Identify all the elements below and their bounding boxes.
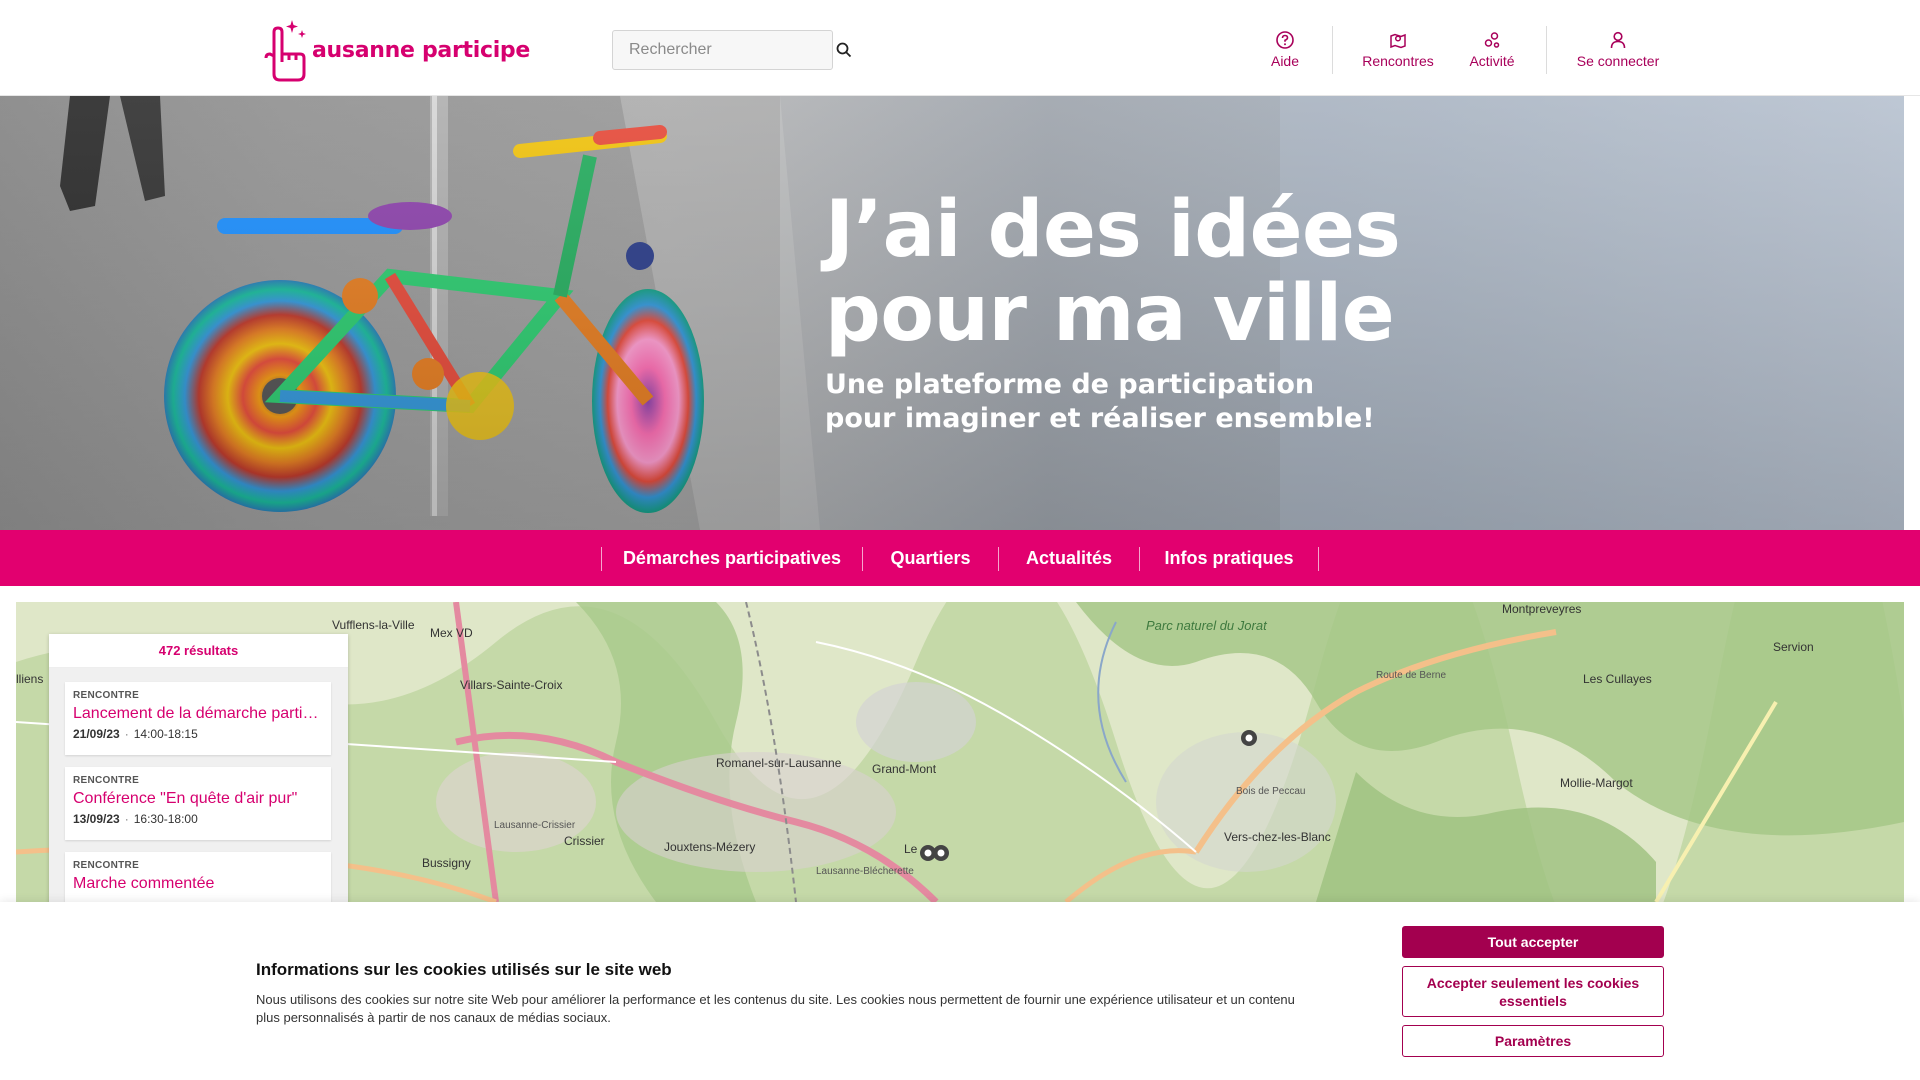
cookie-banner: Informations sur les cookies utilisés su… — [0, 902, 1920, 1080]
nav-divider — [1332, 26, 1333, 74]
result-type: RENCONTRE — [73, 690, 140, 701]
nav-activite[interactable]: Activité — [1462, 30, 1522, 80]
nav-aide[interactable]: Aide — [1260, 30, 1310, 80]
map-label: Villars-Sainte-Croix — [460, 678, 563, 692]
cookie-title: Informations sur les cookies utilisés su… — [256, 960, 672, 979]
nav-aide-label: Aide — [1270, 53, 1300, 69]
main-navigation: Démarches participatives Quartiers Actua… — [0, 530, 1920, 586]
map-label: Mex VD — [430, 626, 473, 640]
result-meta: 13/09/23 · 16:30-18:00 — [73, 812, 323, 826]
map-label: Romanel-sur-Lausanne — [716, 756, 842, 770]
site-logo[interactable]: ausanne participe — [262, 18, 530, 82]
activity-icon — [1484, 32, 1500, 48]
hero-subtitle: Une plateforme de participation pour ima… — [825, 368, 1375, 436]
main-nav-actualites[interactable]: Actualités — [999, 530, 1139, 586]
cookie-settings-button[interactable]: Paramètres — [1402, 1025, 1664, 1057]
nav-divider — [1546, 26, 1547, 74]
results-list: RENCONTRE Lancement de la démarche parti… — [49, 668, 348, 925]
map-label: Route de Berne — [1376, 670, 1447, 681]
result-meta: 21/09/23 · 14:00-18:15 — [73, 727, 323, 741]
results-count: 472 résultats — [49, 634, 348, 668]
accept-all-button[interactable]: Tout accepter — [1402, 926, 1664, 958]
map-label: Le — [904, 842, 918, 856]
help-icon — [1276, 31, 1294, 49]
hero-title: J’ai des idées pour ma ville — [825, 185, 1401, 359]
map-label: Vufflens-la-Ville — [332, 618, 415, 632]
result-date: 21/09/23 — [73, 727, 120, 741]
map-label: Crissier — [564, 834, 605, 848]
result-card[interactable]: RENCONTRE Conférence "En quête d'air pur… — [65, 767, 331, 840]
result-date: 13/09/23 — [73, 812, 120, 826]
result-title[interactable]: Marche commentée — [73, 875, 323, 893]
site-header: ausanne participe Aide Rencontres — [0, 0, 1920, 96]
nav-rencontres[interactable]: Rencontres — [1360, 30, 1436, 80]
hero-subtitle-line2: pour imaginer et réaliser ensemble! — [825, 403, 1375, 434]
nav-se-connecter-label: Se connecter — [1576, 53, 1660, 69]
map-label: Lausanne-Blécherette — [816, 866, 914, 877]
map-pin-icon — [1390, 33, 1406, 49]
result-time: 14:00-18:15 — [133, 727, 198, 741]
map-label: Lausanne-Crissier — [494, 820, 576, 831]
map-label: Montpreveyres — [1502, 602, 1582, 616]
map-label: Parc naturel du Jorat — [1146, 618, 1267, 633]
result-title[interactable]: Lancement de la démarche participative — [73, 705, 323, 723]
cookie-text: Nous utilisons des cookies sur notre sit… — [256, 992, 1295, 1025]
meta-separator: · — [124, 727, 129, 741]
user-icon — [1610, 31, 1626, 49]
map-label: Jouxtens-Mézery — [664, 840, 756, 854]
meta-separator: · — [124, 812, 129, 826]
main-nav-quartiers[interactable]: Quartiers — [863, 530, 998, 586]
search-button[interactable] — [836, 31, 852, 69]
result-type: RENCONTRE — [73, 775, 140, 786]
search-box — [612, 30, 852, 70]
hero-edge — [1904, 96, 1920, 530]
hero-title-line1: J’ai des idées — [825, 185, 1401, 275]
hero-title-line2: pour ma ville — [825, 269, 1395, 359]
accept-essential-button[interactable]: Accepter seulement les cookies essentiel… — [1402, 966, 1664, 1017]
search-icon — [836, 42, 852, 58]
result-card[interactable]: RENCONTRE Lancement de la démarche parti… — [65, 682, 331, 755]
hand-logo-icon — [264, 20, 306, 82]
map-label: Bussigny — [422, 856, 471, 870]
map-label: lliens — [16, 672, 44, 686]
result-title[interactable]: Conférence "En quête d'air pur" — [73, 790, 323, 808]
nav-se-connecter[interactable]: Se connecter — [1574, 30, 1662, 80]
result-type: RENCONTRE — [73, 860, 140, 871]
results-panel: 472 résultats RENCONTRE Lancement de la … — [49, 634, 348, 925]
map-label: Mollie-Margot — [1560, 776, 1633, 790]
result-time: 16:30-18:00 — [133, 812, 198, 826]
map-label: Vers-chez-les-Blanc — [1224, 830, 1331, 844]
main-nav-demarches[interactable]: Démarches participatives — [602, 530, 862, 586]
map-label: Bois de Peccau — [1236, 786, 1306, 797]
hero-banner: J’ai des idées pour ma ville Une platefo… — [0, 96, 1904, 530]
hero-subtitle-line1: Une plateforme de participation — [825, 369, 1315, 400]
map-label: Servion — [1773, 640, 1814, 654]
logo-text: ausanne participe — [312, 37, 531, 63]
search-input[interactable] — [613, 31, 836, 69]
map-label: Grand-Mont — [872, 762, 937, 776]
nav-activite-label: Activité — [1469, 53, 1515, 69]
main-nav-divider — [1318, 547, 1319, 571]
main-nav-infos-pratiques[interactable]: Infos pratiques — [1140, 530, 1318, 586]
nav-rencontres-label: Rencontres — [1362, 53, 1434, 69]
map-label: Les Cullayes — [1583, 672, 1652, 686]
